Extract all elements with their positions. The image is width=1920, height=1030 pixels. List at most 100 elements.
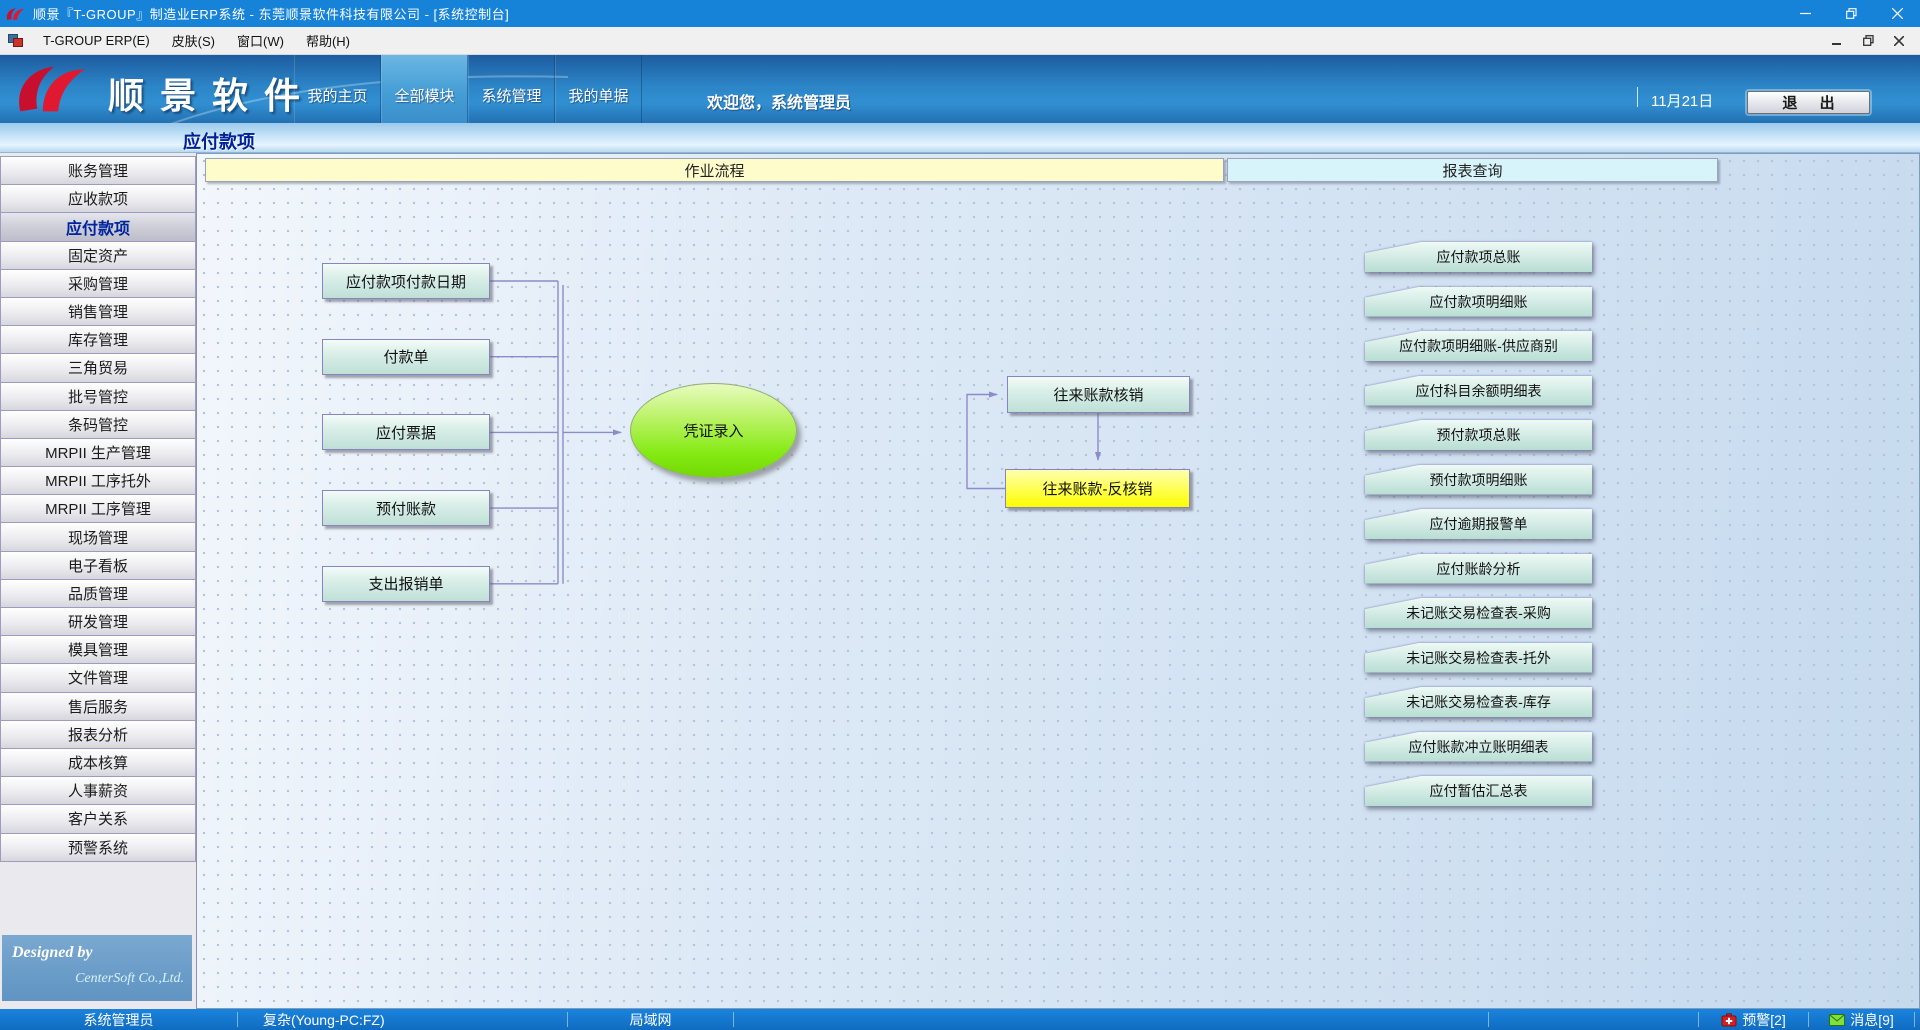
sidebar-module-item[interactable]: 应付款项 xyxy=(0,213,196,241)
mdi-close-icon xyxy=(1894,36,1904,46)
sidebar-module-item[interactable]: 模具管理 xyxy=(0,636,196,664)
report-button[interactable]: 应付账龄分析 xyxy=(1365,554,1592,584)
report-button-label: 未记账交易检查表-托外 xyxy=(1365,643,1592,673)
header-tabs: 我的主页全部模块系统管理我的单据 xyxy=(294,55,642,123)
report-button[interactable]: 应付科目余额明细表 xyxy=(1365,376,1592,406)
sidebar-module-item[interactable]: 库存管理 xyxy=(0,326,196,354)
menu-item[interactable]: T-GROUP ERP(E) xyxy=(32,27,161,54)
report-button[interactable]: 应付暂估汇总表 xyxy=(1365,776,1592,806)
sidebar-module-item[interactable]: 采购管理 xyxy=(0,270,196,298)
report-button[interactable]: 应付款项总账 xyxy=(1365,242,1592,272)
exit-button[interactable]: 退 出 xyxy=(1747,91,1870,114)
status-network: 局域网 xyxy=(568,1009,733,1030)
report-button[interactable]: 未记账交易检查表-采购 xyxy=(1365,598,1592,628)
report-button[interactable]: 应付款项明细账-供应商别 xyxy=(1365,331,1592,361)
welcome-text: 欢迎您，系统管理员 xyxy=(707,89,851,113)
brand-logo-text: 顺景软件 xyxy=(108,67,316,119)
report-button[interactable]: 应付逾期报警单 xyxy=(1365,509,1592,539)
flow-node[interactable]: 应付票据 xyxy=(322,414,490,450)
sidebar-module-item[interactable]: 报表分析 xyxy=(0,721,196,749)
sidebar-module-item[interactable]: 文件管理 xyxy=(0,664,196,692)
sidebar-module-item[interactable]: MRPII 工序管理 xyxy=(0,495,196,523)
flow-node-reverse-verify[interactable]: 往来账款-反核销 xyxy=(1005,469,1190,508)
menu-bar: T-GROUP ERP(E)皮肤(S)窗口(W)帮助(H) xyxy=(0,27,1920,55)
close-button[interactable] xyxy=(1874,0,1920,27)
flow-node[interactable]: 应付款项付款日期 xyxy=(322,263,490,299)
report-button-label: 应付款项明细账-供应商别 xyxy=(1365,331,1592,361)
status-workstation: 复杂(Young-PC:FZ) xyxy=(238,1009,568,1030)
status-user: 系统管理员 xyxy=(0,1009,237,1030)
mdi-minimize-button[interactable] xyxy=(1826,31,1848,51)
report-button-label: 预付款项明细账 xyxy=(1365,465,1592,495)
flow-node-voucher-entry[interactable]: 凭证录入 xyxy=(630,383,797,478)
report-button-label: 应付账龄分析 xyxy=(1365,554,1592,584)
status-messages[interactable]: 消息[9] xyxy=(1809,1009,1914,1030)
flow-node[interactable]: 支出报销单 xyxy=(322,566,490,602)
sidebar-module-item[interactable]: 成本核算 xyxy=(0,749,196,777)
workflow-canvas: 作业流程 报表查询 应付款项付款日期付款单应付票据预付账款支出报销单 凭证录入 … xyxy=(197,153,1920,1009)
status-alerts[interactable]: 预警[2] xyxy=(1699,1009,1808,1030)
sidebar-module-item[interactable]: 电子看板 xyxy=(0,552,196,580)
mdi-close-button[interactable] xyxy=(1888,31,1910,51)
sidebar-module-item[interactable]: 品质管理 xyxy=(0,580,196,608)
sidebar-module-item[interactable]: 现场管理 xyxy=(0,523,196,551)
alert-medkit-icon xyxy=(1721,1013,1737,1027)
sidebar-module-item[interactable]: 固定资产 xyxy=(0,242,196,270)
report-button[interactable]: 预付款项明细账 xyxy=(1365,465,1592,495)
report-button-label: 应付款项明细账 xyxy=(1365,287,1592,317)
header-tab[interactable]: 系统管理 xyxy=(468,55,555,123)
brand-logo-icon xyxy=(10,61,98,117)
report-button[interactable]: 应付账款冲立账明细表 xyxy=(1365,732,1592,762)
report-button[interactable]: 预付款项总账 xyxy=(1365,420,1592,450)
minimize-icon xyxy=(1800,8,1811,19)
header-band: 顺景软件 我的主页全部模块系统管理我的单据 欢迎您，系统管理员 11月21日 退… xyxy=(0,55,1920,123)
sidebar-module-item[interactable]: MRPII 工序托外 xyxy=(0,467,196,495)
report-button[interactable]: 应付款项明细账 xyxy=(1365,287,1592,317)
menu-items: T-GROUP ERP(E)皮肤(S)窗口(W)帮助(H) xyxy=(32,27,361,54)
message-envelope-icon xyxy=(1829,1014,1845,1026)
flow-source-nodes: 应付款项付款日期付款单应付票据预付账款支出报销单 xyxy=(322,263,490,602)
page-title-band: 应付款项 xyxy=(0,123,1920,153)
mdi-restore-icon xyxy=(1863,35,1874,46)
sidebar-module-item[interactable]: 销售管理 xyxy=(0,298,196,326)
mdi-minimize-icon xyxy=(1832,36,1842,46)
sidebar-module-item[interactable]: 应收款项 xyxy=(0,185,196,213)
current-date: 11月21日 xyxy=(1651,90,1713,111)
report-button[interactable]: 未记账交易检查表-托外 xyxy=(1365,643,1592,673)
restore-button[interactable] xyxy=(1828,0,1874,27)
report-button-label: 未记账交易检查表-库存 xyxy=(1365,687,1592,717)
sidebar-module-item[interactable]: 人事薪资 xyxy=(0,777,196,805)
module-sidebar: 账务管理应收款项应付款项固定资产采购管理销售管理库存管理三角贸易批号管控条码管控… xyxy=(0,153,197,1009)
report-button[interactable]: 未记账交易检查表-库存 xyxy=(1365,687,1592,717)
flow-node[interactable]: 付款单 xyxy=(322,339,490,375)
mdi-restore-button[interactable] xyxy=(1857,31,1879,51)
sidebar-module-item[interactable]: 条码管控 xyxy=(0,411,196,439)
app-logo-icon xyxy=(5,5,27,23)
sidebar-module-item[interactable]: MRPII 生产管理 xyxy=(0,439,196,467)
status-separator xyxy=(733,1012,734,1027)
sidebar-module-item[interactable]: 预警系统 xyxy=(0,834,196,862)
sidebar-module-item[interactable]: 研发管理 xyxy=(0,608,196,636)
flow-node-verify[interactable]: 往来账款核销 xyxy=(1007,376,1190,413)
status-separator xyxy=(1488,1012,1489,1027)
sidebar-module-item[interactable]: 批号管控 xyxy=(0,383,196,411)
header-tab[interactable]: 我的主页 xyxy=(294,55,381,123)
designed-by-text: Designed by xyxy=(12,944,92,962)
report-button-label: 应付款项总账 xyxy=(1365,242,1592,272)
menu-item[interactable]: 窗口(W) xyxy=(226,27,295,54)
menu-item[interactable]: 皮肤(S) xyxy=(161,27,226,54)
sidebar-module-item[interactable]: 客户关系 xyxy=(0,805,196,833)
header-tab[interactable]: 全部模块 xyxy=(381,55,468,123)
header-tab[interactable]: 我的单据 xyxy=(555,55,642,123)
flow-node[interactable]: 预付账款 xyxy=(322,490,490,526)
designed-by-panel: Designed by CenterSoft Co.,Ltd. xyxy=(2,935,192,1001)
mdi-window-controls xyxy=(1826,31,1910,51)
page-title: 应付款项 xyxy=(183,128,255,154)
sidebar-module-item[interactable]: 账务管理 xyxy=(0,157,196,185)
menu-item[interactable]: 帮助(H) xyxy=(295,27,361,54)
report-button-label: 应付逾期报警单 xyxy=(1365,509,1592,539)
sidebar-module-item[interactable]: 售后服务 xyxy=(0,693,196,721)
minimize-button[interactable] xyxy=(1782,0,1828,27)
sidebar-module-item[interactable]: 三角贸易 xyxy=(0,354,196,382)
close-icon xyxy=(1892,8,1903,19)
